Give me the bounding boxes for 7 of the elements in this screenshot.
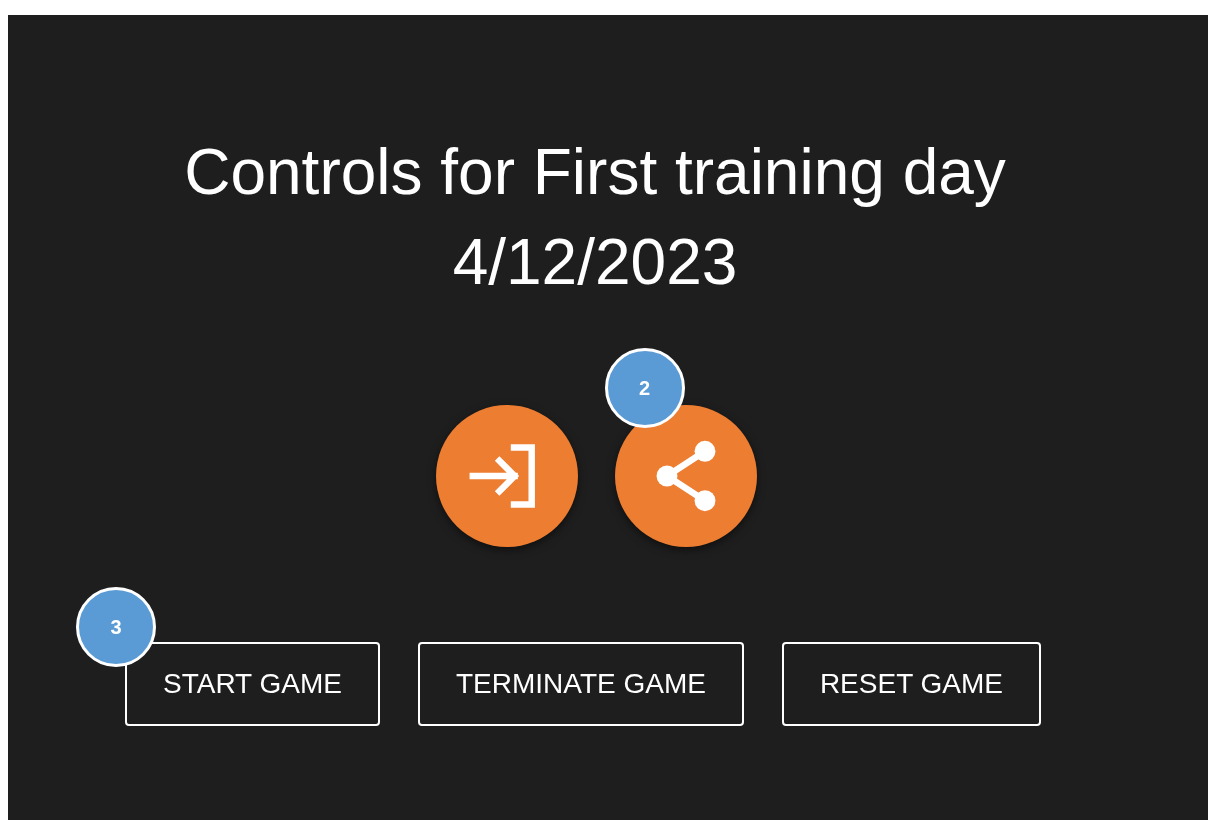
step-badge: 3 <box>76 587 156 667</box>
game-button[interactable]: TERMINATE GAME <box>417 642 744 726</box>
game-button[interactable]: START GAME <box>125 642 380 726</box>
game-button[interactable]: RESET GAME <box>781 642 1041 726</box>
step-badge: 2 <box>604 348 685 428</box>
page-title: 4/12/2023 <box>451 225 739 300</box>
page-title: Controls for First training day <box>184 135 1006 210</box>
